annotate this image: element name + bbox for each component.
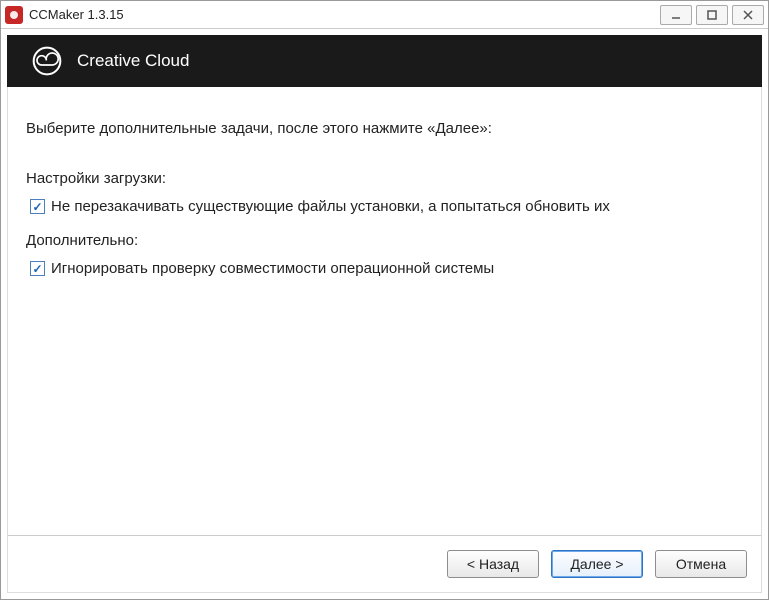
checkbox-row-reuse-files[interactable]: Не перезакачивать существующие файлы уст…: [30, 195, 743, 219]
back-button[interactable]: < Назад: [447, 550, 539, 578]
checkbox-row-ignore-os[interactable]: Игнорировать проверку совместимости опер…: [30, 257, 743, 281]
header-title: Creative Cloud: [77, 51, 189, 71]
window-title: CCMaker 1.3.15: [29, 7, 660, 22]
download-settings-label: Настройки загрузки:: [26, 167, 743, 191]
content-area: Выберите дополнительные задачи, после эт…: [7, 87, 762, 535]
cancel-button[interactable]: Отмена: [655, 550, 747, 578]
app-window: CCMaker 1.3.15 Creative Cloud Выберите д…: [0, 0, 769, 600]
maximize-button[interactable]: [696, 5, 728, 25]
creative-cloud-icon: [31, 45, 63, 77]
header-bar: Creative Cloud: [7, 35, 762, 87]
app-icon: [5, 6, 23, 24]
checkbox-reuse-files[interactable]: [30, 199, 45, 214]
close-button[interactable]: [732, 5, 764, 25]
window-controls: [660, 5, 764, 25]
minimize-button[interactable]: [660, 5, 692, 25]
intro-text: Выберите дополнительные задачи, после эт…: [26, 117, 743, 141]
checkbox-ignore-os[interactable]: [30, 261, 45, 276]
next-button[interactable]: Далее >: [551, 550, 643, 578]
titlebar: CCMaker 1.3.15: [1, 1, 768, 29]
additional-label: Дополнительно:: [26, 229, 743, 253]
footer-buttons: < Назад Далее > Отмена: [7, 535, 762, 593]
checkbox-reuse-files-label: Не перезакачивать существующие файлы уст…: [51, 195, 610, 219]
checkbox-ignore-os-label: Игнорировать проверку совместимости опер…: [51, 257, 494, 281]
